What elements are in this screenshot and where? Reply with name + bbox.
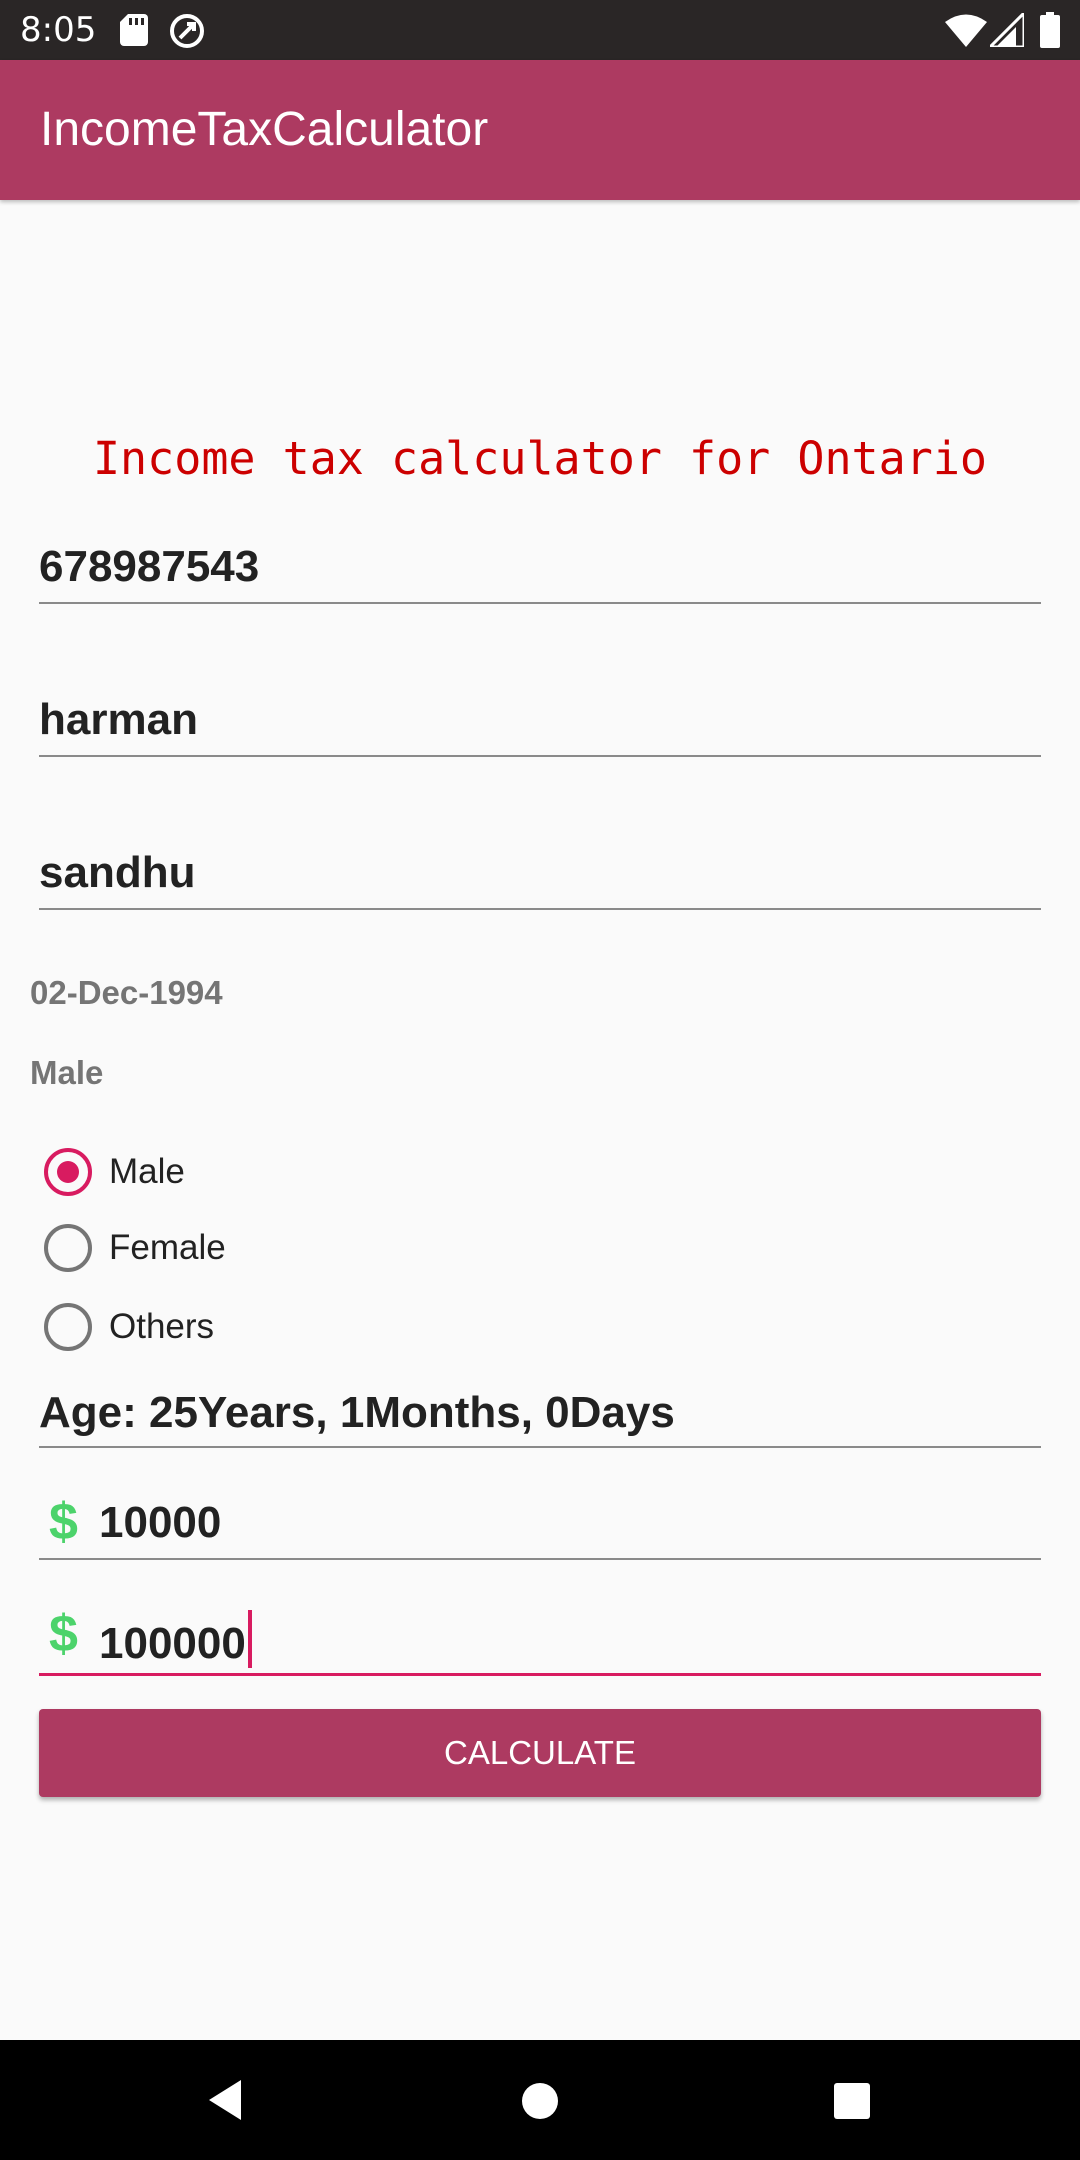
sd-card-icon [120,14,148,46]
app-bar: IncomeTaxCalculator [0,60,1080,200]
status-bar: 8:05 [0,0,1080,60]
rrsp-amount-field[interactable]: $ 10000 [39,1490,1041,1560]
battery-icon [1040,12,1060,48]
first-name-field[interactable]: harman [39,691,1041,757]
radio-unchecked-icon [44,1224,92,1272]
dollar-icon: $ [49,1493,78,1551]
radio-checked-icon [44,1148,92,1196]
radio-others-label: Others [109,1307,215,1346]
date-of-birth-text[interactable]: 02-Dec-1994 [30,974,223,1012]
last-name-value: sandhu [39,848,196,897]
calculate-button[interactable]: CALCULATE [39,1709,1041,1797]
rrsp-amount-value: 10000 [99,1498,222,1547]
status-time: 8:05 [20,10,97,50]
dollar-icon: $ [49,1605,78,1663]
last-name-field[interactable]: sandhu [39,844,1041,910]
age-field[interactable]: Age: 25Years, 1Months, 0Days [39,1384,1041,1448]
radio-others[interactable]: Others [44,1299,544,1355]
gross-income-text: 100000 [99,1610,252,1669]
radio-female-label: Female [109,1228,226,1267]
back-icon[interactable] [205,2078,245,2122]
gross-income-field[interactable]: $ 100000 [39,1602,1041,1676]
sin-field[interactable]: 678987543 [39,538,1041,604]
radio-male-label: Male [109,1152,185,1191]
sin-value: 678987543 [39,542,260,591]
first-name-value: harman [39,695,198,744]
radio-male[interactable]: Male [44,1144,544,1200]
radio-female[interactable]: Female [44,1220,544,1276]
home-icon[interactable] [522,2083,558,2119]
page-heading: Income tax calculator for Ontario [92,432,988,485]
gender-text: Male [30,1054,104,1091]
navigation-bar [0,2040,1080,2160]
signal-icon [990,13,1024,47]
app-title: IncomeTaxCalculator [40,103,489,156]
age-value: Age: 25Years, 1Months, 0Days [39,1388,675,1437]
wifi-icon [945,14,987,47]
radio-unchecked-icon [44,1303,92,1351]
sync-icon [170,14,204,48]
recents-icon[interactable] [834,2083,870,2119]
text-cursor [247,1610,252,1668]
gross-income-value: 100000 [99,1619,246,1668]
